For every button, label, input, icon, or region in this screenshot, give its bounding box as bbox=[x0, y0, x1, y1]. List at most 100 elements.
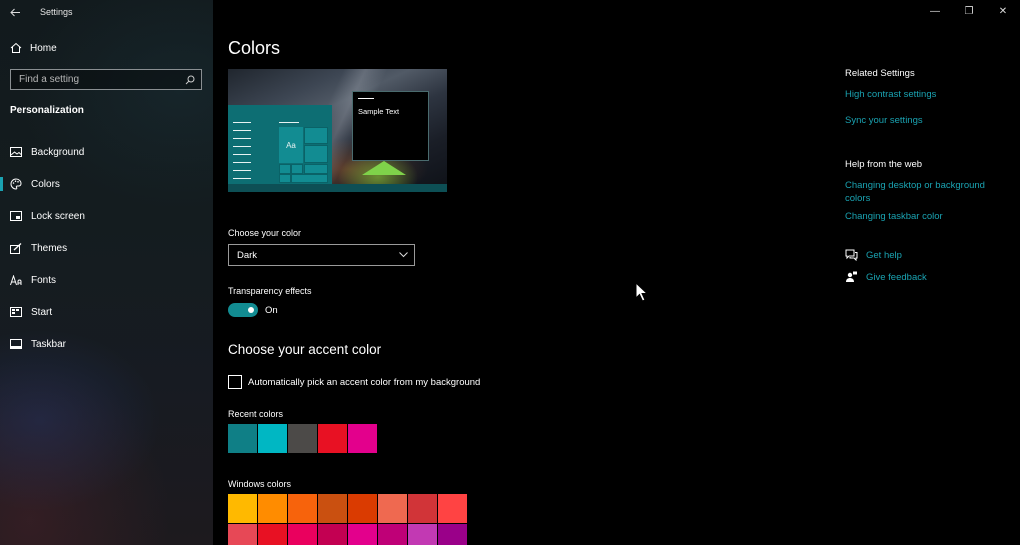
sidebar-item-label: Lock screen bbox=[31, 210, 85, 222]
color-swatch[interactable] bbox=[228, 494, 257, 523]
preview-tile bbox=[279, 164, 291, 174]
color-swatch[interactable] bbox=[318, 424, 347, 453]
color-swatch[interactable] bbox=[408, 494, 437, 523]
home-icon bbox=[10, 42, 22, 53]
sidebar-item-fonts[interactable]: Fonts bbox=[0, 264, 213, 296]
sidebar-item-label: Background bbox=[31, 146, 85, 158]
preview-tile bbox=[291, 164, 303, 174]
sidebar-item-label: Fonts bbox=[31, 274, 57, 286]
preview-taskbar bbox=[228, 184, 447, 192]
give-feedback-link[interactable]: Give feedback bbox=[866, 271, 927, 284]
sidebar-item-label: Themes bbox=[31, 242, 68, 254]
preview-tent bbox=[362, 161, 406, 175]
choose-color-label: Choose your color bbox=[228, 228, 302, 238]
sidebar-item-themes[interactable]: Themes bbox=[0, 232, 213, 264]
chevron-down-icon bbox=[399, 252, 408, 258]
preview-tile bbox=[304, 145, 328, 163]
preview-start-menu: Aa bbox=[228, 105, 332, 184]
choose-color-dropdown[interactable]: Dark bbox=[228, 244, 415, 266]
chat-bubble-icon bbox=[845, 249, 858, 262]
sidebar-item-label: Start bbox=[31, 306, 53, 318]
color-swatch[interactable] bbox=[438, 524, 467, 545]
transparency-state: On bbox=[265, 304, 278, 316]
window-controls: — ❐ ✕ bbox=[918, 0, 1020, 22]
preview-tile bbox=[304, 127, 328, 144]
color-swatch[interactable] bbox=[378, 494, 407, 523]
color-swatch[interactable] bbox=[318, 494, 347, 523]
color-swatch[interactable] bbox=[408, 524, 437, 545]
color-swatch[interactable] bbox=[348, 524, 377, 545]
give-feedback-row[interactable]: Give feedback bbox=[845, 271, 1005, 284]
windows-colors-row bbox=[228, 494, 467, 523]
preview-tile bbox=[304, 164, 328, 174]
preview-tile-header bbox=[279, 122, 299, 123]
transparency-label: Transparency effects bbox=[228, 286, 312, 296]
back-button[interactable] bbox=[0, 0, 30, 24]
close-button[interactable]: ✕ bbox=[986, 0, 1020, 22]
start-icon bbox=[10, 306, 22, 318]
palette-icon bbox=[10, 178, 22, 190]
color-swatch[interactable] bbox=[258, 524, 287, 545]
sidebar-item-start[interactable]: Start bbox=[0, 296, 213, 328]
recent-colors-label: Recent colors bbox=[228, 409, 284, 419]
desktop-colors-link[interactable]: Changing desktop or background colors bbox=[845, 179, 995, 205]
high-contrast-link[interactable]: High contrast settings bbox=[845, 88, 1005, 101]
app-title: Settings bbox=[40, 7, 73, 17]
sidebar-item-colors[interactable]: Colors bbox=[0, 168, 213, 200]
color-swatch[interactable] bbox=[258, 424, 287, 453]
search-box[interactable] bbox=[10, 69, 202, 90]
auto-accent-label: Automatically pick an accent color from … bbox=[248, 376, 481, 388]
feedback-person-icon bbox=[845, 271, 858, 284]
sidebar-item-label: Taskbar bbox=[31, 338, 67, 350]
minimize-button[interactable]: — bbox=[918, 0, 952, 22]
color-swatch[interactable] bbox=[438, 494, 467, 523]
preview-sample-text: Sample Text bbox=[358, 107, 400, 116]
related-settings-heading: Related Settings bbox=[845, 68, 915, 79]
color-swatch[interactable] bbox=[228, 524, 257, 545]
search-icon[interactable] bbox=[185, 75, 195, 85]
color-swatch[interactable] bbox=[348, 424, 377, 453]
theme-preview: Aa Sample Text bbox=[228, 69, 447, 192]
sidebar-item-lock-screen[interactable]: Lock screen bbox=[0, 200, 213, 232]
sidebar-nav: Background Colors Lock screen Themes Fon… bbox=[0, 136, 213, 360]
color-swatch[interactable] bbox=[288, 424, 317, 453]
sidebar-item-taskbar[interactable]: Taskbar bbox=[0, 328, 213, 360]
windows-colors-row bbox=[228, 524, 467, 545]
color-swatch[interactable] bbox=[318, 524, 347, 545]
preview-window: Sample Text bbox=[352, 91, 429, 161]
color-swatch[interactable] bbox=[228, 424, 257, 453]
transparency-toggle-row: On bbox=[228, 303, 278, 317]
get-help-row[interactable]: Get help bbox=[845, 249, 1005, 262]
themes-icon bbox=[10, 242, 22, 254]
mouse-cursor-icon bbox=[635, 282, 649, 302]
color-swatch[interactable] bbox=[288, 524, 317, 545]
get-help-link[interactable]: Get help bbox=[866, 249, 902, 262]
color-swatch[interactable] bbox=[288, 494, 317, 523]
home-link[interactable]: Home bbox=[10, 42, 57, 54]
auto-accent-checkbox[interactable] bbox=[228, 375, 242, 389]
title-bar: Settings bbox=[0, 0, 213, 24]
sidebar-item-background[interactable]: Background bbox=[0, 136, 213, 168]
preview-tile-aa: Aa bbox=[279, 127, 303, 163]
fonts-icon bbox=[10, 274, 22, 286]
taskbar-icon bbox=[10, 338, 22, 350]
transparency-toggle[interactable] bbox=[228, 303, 258, 317]
color-swatch[interactable] bbox=[378, 524, 407, 545]
sidebar-section-label: Personalization bbox=[10, 105, 84, 116]
preview-menu-lines bbox=[233, 122, 253, 186]
back-arrow-icon bbox=[9, 8, 20, 16]
home-label: Home bbox=[30, 42, 57, 54]
color-swatch[interactable] bbox=[258, 494, 287, 523]
auto-accent-row: Automatically pick an accent color from … bbox=[228, 375, 480, 389]
sync-settings-link[interactable]: Sync your settings bbox=[845, 114, 1005, 127]
maximize-button[interactable]: ❐ bbox=[952, 0, 986, 22]
preview-window-bar bbox=[358, 98, 374, 99]
recent-colors-swatches bbox=[228, 424, 377, 453]
taskbar-color-link[interactable]: Changing taskbar color bbox=[845, 210, 1005, 223]
preview-tile bbox=[291, 174, 328, 183]
windows-colors-label: Windows colors bbox=[228, 479, 292, 489]
color-swatch[interactable] bbox=[348, 494, 377, 523]
search-input[interactable] bbox=[19, 74, 179, 85]
preview-tile bbox=[279, 174, 291, 183]
help-heading: Help from the web bbox=[845, 159, 923, 170]
